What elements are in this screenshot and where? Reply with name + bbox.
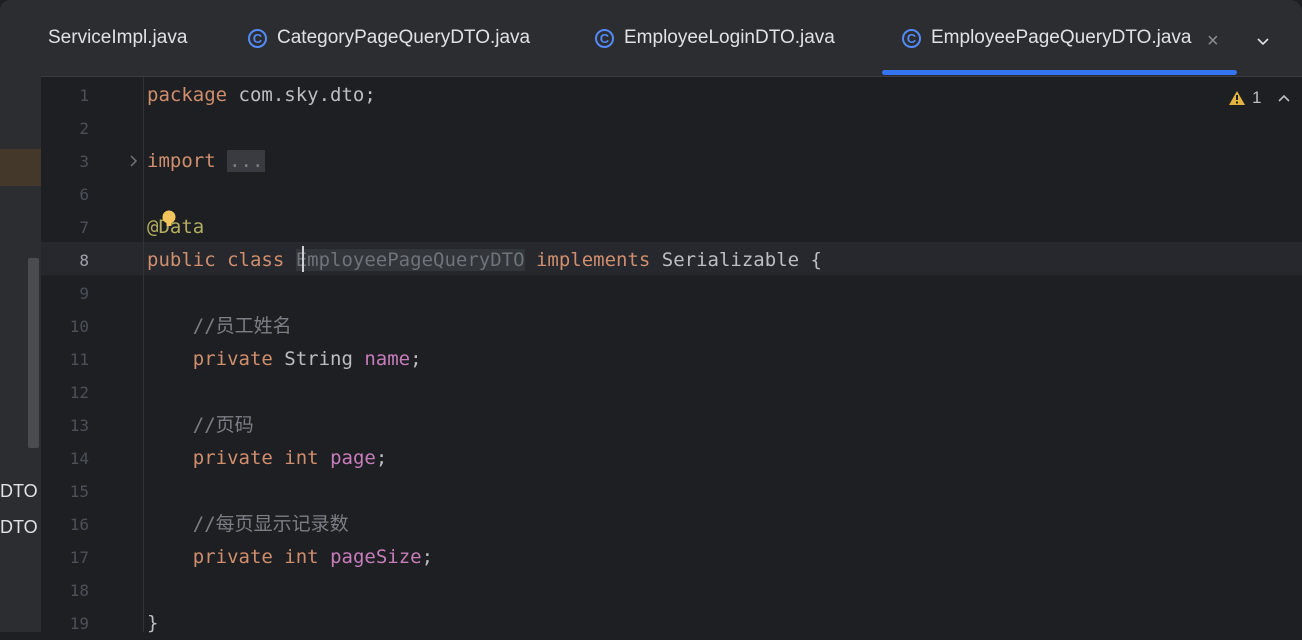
- line-number: 13: [69, 416, 89, 435]
- class-icon: C: [902, 28, 921, 48]
- code-line-8: public class EmployeePageQueryDTO implem…: [147, 249, 822, 271]
- project-tool-window-edge: DTO DTO: [0, 0, 41, 632]
- line-number: 11: [69, 350, 89, 369]
- tree-item-fragment[interactable]: DTO: [0, 517, 41, 538]
- code-editor[interactable]: 1 2 3 6 7 8 9 10 11 12 13 14 15 16 17 18…: [41, 77, 1302, 634]
- code-line-3: import ...: [147, 150, 266, 172]
- code-line-19: }: [147, 612, 159, 634]
- line-number: 6: [79, 185, 89, 204]
- code-line-16: //每页显示记录数: [192, 513, 349, 535]
- text-caret: [302, 246, 304, 272]
- tab-categorypagequerydto[interactable]: C CategoryPageQueryDTO.java: [248, 0, 530, 76]
- project-scrollbar[interactable]: [28, 258, 39, 448]
- code-line-1: package com.sky.dto;: [147, 84, 376, 106]
- gutter-divider: [143, 77, 144, 632]
- line-number: 16: [69, 515, 89, 534]
- folded-imports[interactable]: ...: [227, 150, 266, 172]
- close-tab-icon[interactable]: ×: [1207, 30, 1219, 53]
- inspection-widget[interactable]: 1: [1228, 88, 1261, 108]
- line-number: 10: [69, 317, 89, 336]
- warning-count: 1: [1252, 88, 1262, 107]
- selected-tree-item[interactable]: [0, 149, 41, 186]
- line-number: 8: [79, 251, 89, 270]
- tab-label: ServiceImpl.java: [48, 27, 188, 48]
- tab-serviceimpl[interactable]: ServiceImpl.java: [48, 0, 187, 76]
- code-line-13: //页码: [192, 414, 254, 436]
- editor-tab-bar: ServiceImpl.java C CategoryPageQueryDTO.…: [41, 0, 1302, 77]
- code-line-10: //员工姓名: [192, 315, 292, 337]
- line-number: 19: [69, 614, 89, 633]
- lightbulb-icon[interactable]: [162, 210, 176, 228]
- line-number: 12: [69, 383, 89, 402]
- code-line-11: private String name;: [192, 348, 422, 370]
- class-icon: C: [595, 28, 614, 48]
- line-number: 17: [69, 548, 89, 567]
- tab-label: EmployeeLoginDTO.java: [624, 27, 835, 48]
- code-line-17: private int pageSize;: [192, 546, 434, 568]
- line-number: 9: [79, 284, 89, 303]
- line-number: 18: [69, 581, 89, 600]
- line-number: 1: [79, 86, 89, 105]
- tree-item-fragment[interactable]: DTO: [0, 481, 41, 502]
- tab-label: CategoryPageQueryDTO.java: [277, 27, 531, 48]
- fold-expand-icon[interactable]: [129, 154, 139, 168]
- chevron-up-icon[interactable]: [1278, 93, 1290, 103]
- tab-employeelogindto[interactable]: C EmployeeLoginDTO.java: [595, 0, 835, 76]
- warning-icon: [1229, 91, 1245, 105]
- tab-label: EmployeePageQueryDTO.java: [931, 27, 1192, 48]
- line-number: 14: [69, 449, 89, 468]
- line-number: 3: [79, 152, 89, 171]
- tab-employeepagequerydto[interactable]: C EmployeePageQueryDTO.java: [902, 0, 1192, 76]
- line-number: 2: [79, 119, 89, 138]
- line-number: 15: [69, 482, 89, 501]
- active-tab-indicator: [882, 70, 1237, 75]
- chevron-down-icon[interactable]: [1257, 36, 1269, 48]
- class-icon: C: [248, 28, 267, 48]
- code-line-14: private int page;: [192, 447, 388, 469]
- line-number: 7: [79, 218, 89, 237]
